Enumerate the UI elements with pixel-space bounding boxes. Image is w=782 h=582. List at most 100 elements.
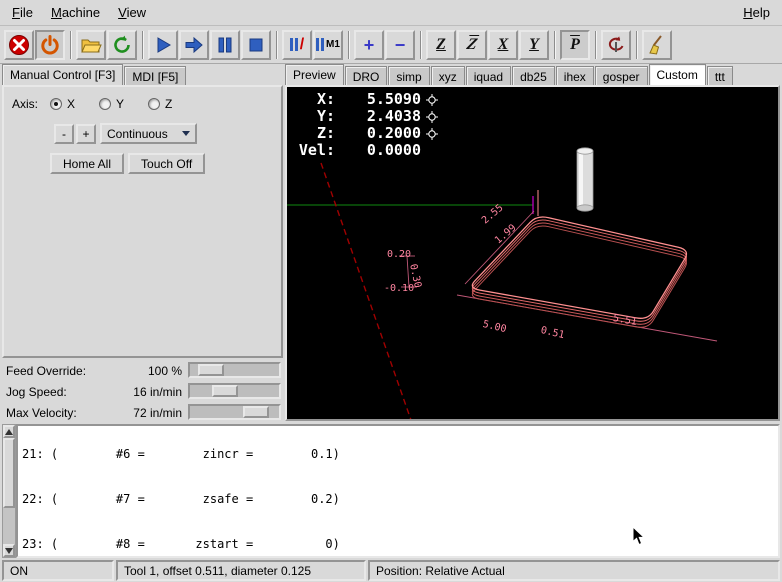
toolbar-separator: [554, 31, 556, 59]
toolbar-separator: [636, 31, 638, 59]
axis-z-label: Z: [165, 97, 172, 111]
slider-handle[interactable]: [212, 385, 238, 397]
jog-speed-value: 16 in/min: [104, 385, 182, 399]
menu-help[interactable]: Help: [734, 1, 779, 24]
tab-iquad[interactable]: iquad: [466, 66, 511, 85]
dro-vel-value: 0.0000: [335, 142, 421, 159]
optional-pause-button[interactable]: M1: [313, 30, 343, 60]
dro-vel-label: Vel:: [291, 142, 335, 159]
pause-bars-icon: [316, 38, 324, 51]
tab-db25[interactable]: db25: [512, 66, 555, 85]
tab-gosper[interactable]: gosper: [595, 66, 648, 85]
run-program-button[interactable]: [148, 30, 178, 60]
view-z-icon: Z: [436, 37, 446, 53]
block-delete-button[interactable]: /: [282, 30, 312, 60]
homed-icon: [426, 128, 438, 140]
jog-speed-label: Jog Speed:: [6, 385, 67, 399]
radio-indicator: [148, 98, 160, 110]
gcode-listing[interactable]: 21: ( #6 = zincr = 0.1) 22: ( #7 = zsafe…: [16, 424, 780, 558]
stop-icon: [245, 34, 267, 56]
arrow-down-icon: [5, 548, 13, 554]
jog-speed-row: Jog Speed: 16 in/min: [2, 381, 283, 402]
view-side-x-button[interactable]: X: [488, 30, 518, 60]
machine-power-button[interactable]: [35, 30, 65, 60]
axis-radio-x[interactable]: X: [50, 97, 75, 111]
zoom-out-button[interactable]: −: [385, 30, 415, 60]
view-rotated-top-z-button[interactable]: Z: [457, 30, 487, 60]
pause-button[interactable]: [210, 30, 240, 60]
jog-speed-slider[interactable]: [188, 383, 281, 399]
tab-mdi[interactable]: MDI [F5]: [124, 66, 186, 85]
tab-ihex[interactable]: ihex: [556, 66, 594, 85]
jog-plus-button[interactable]: +: [76, 124, 96, 144]
gcode-line: 23: ( #8 = zstart = 0): [22, 537, 778, 552]
extent-label: 0.20: [387, 249, 411, 260]
open-file-button[interactable]: [76, 30, 106, 60]
scroll-up-button[interactable]: [3, 425, 15, 438]
view-front-y-button[interactable]: Y: [519, 30, 549, 60]
slider-handle[interactable]: [243, 406, 269, 418]
toolbar-separator: [276, 31, 278, 59]
view-perspective-button[interactable]: P: [560, 30, 590, 60]
feed-override-value: 100 %: [104, 364, 182, 378]
menu-bar: File Machine View Help: [0, 0, 782, 26]
pause-bars-icon: [290, 38, 298, 51]
clear-plot-button[interactable]: [642, 30, 672, 60]
tab-custom[interactable]: Custom: [649, 64, 706, 85]
pause-icon: [214, 34, 236, 56]
scroll-down-button[interactable]: [3, 544, 15, 557]
slash-glyph: /: [300, 36, 304, 54]
touch-off-button[interactable]: Touch Off: [128, 153, 205, 174]
right-notebook: Preview DRO simp xyz iquad db25 ihex gos…: [285, 64, 780, 421]
homed-icon: [426, 111, 438, 123]
tab-manual-control[interactable]: Manual Control [F3]: [2, 64, 123, 85]
gcode-section: 21: ( #6 = zincr = 0.1) 22: ( #7 = zsafe…: [2, 424, 780, 558]
estop-button[interactable]: [4, 30, 34, 60]
home-all-button[interactable]: Home All: [50, 153, 124, 174]
jog-increment-dropdown[interactable]: Continuous: [100, 123, 197, 144]
gcode-line: 21: ( #6 = zincr = 0.1): [22, 447, 778, 462]
scrollbar-thumb[interactable]: [3, 438, 15, 508]
radio-indicator: [50, 98, 62, 110]
run-icon: [152, 34, 174, 56]
view-x-icon: X: [498, 37, 509, 53]
gcode-scrollbar[interactable]: [2, 424, 16, 558]
axis-radio-z[interactable]: Z: [148, 97, 172, 111]
preview-plot[interactable]: 2.55 1.99 0.20 0.30 -0.10 5.00 0.51 5.51…: [287, 87, 778, 419]
step-line-button[interactable]: [179, 30, 209, 60]
jog-minus-button[interactable]: -: [54, 124, 74, 144]
jog-controls-row: - + Continuous: [54, 123, 197, 144]
machine-state-status: ON: [2, 560, 114, 581]
open-folder-icon: [80, 34, 102, 56]
stop-button[interactable]: [241, 30, 271, 60]
dro-y-value: 2.4038: [335, 108, 421, 125]
tab-simp[interactable]: simp: [388, 66, 429, 85]
toolbar-separator: [348, 31, 350, 59]
manual-control-panel: Axis: X Y Z - + Continuous: [2, 85, 283, 358]
tool-cone: [577, 148, 593, 211]
dro-y-label: Y:: [291, 108, 335, 125]
m1-glyph: M1: [326, 39, 340, 50]
max-velocity-label: Max Velocity:: [6, 406, 77, 420]
chevron-down-icon: [182, 131, 190, 136]
slider-handle[interactable]: [198, 364, 224, 376]
arrow-up-icon: [5, 429, 13, 435]
tab-xyz[interactable]: xyz: [431, 66, 465, 85]
menu-file[interactable]: File: [3, 1, 42, 24]
menu-view[interactable]: View: [109, 1, 155, 24]
menu-machine[interactable]: Machine: [42, 1, 109, 24]
max-velocity-slider[interactable]: [188, 404, 281, 420]
step-arrow-icon: [183, 34, 205, 56]
rotate-view-button[interactable]: [601, 30, 631, 60]
rotate-view-icon: [605, 34, 627, 56]
view-top-z-button[interactable]: Z: [426, 30, 456, 60]
zoom-in-button[interactable]: +: [354, 30, 384, 60]
feed-override-slider[interactable]: [188, 362, 281, 378]
reload-file-button[interactable]: [107, 30, 137, 60]
axis-radio-y[interactable]: Y: [99, 97, 124, 111]
tab-ttt[interactable]: ttt: [707, 66, 733, 85]
gcode-line: 22: ( #7 = zsafe = 0.2): [22, 492, 778, 507]
tab-preview[interactable]: Preview: [285, 64, 344, 85]
tab-dro[interactable]: DRO: [345, 66, 388, 85]
dro-row-z: Z: 0.2000: [291, 125, 438, 142]
